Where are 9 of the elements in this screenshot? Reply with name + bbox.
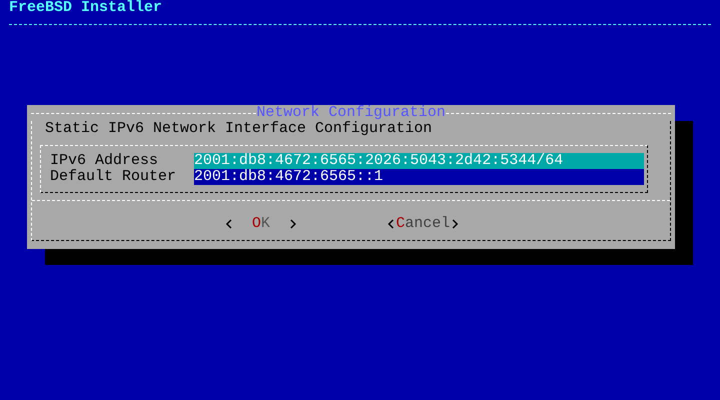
- dialog-title: Network Configuration: [256, 105, 446, 121]
- dialog-button[interactable]: Cancel: [387, 216, 460, 232]
- field-label: Default Router: [50, 169, 178, 185]
- field-label: IPv6 Address: [50, 153, 160, 169]
- installer-title: FreeBSD Installer: [9, 0, 162, 16]
- input-field[interactable]: 2001:db8:4672:6565::1: [194, 169, 644, 185]
- dialog-subtitle: Static IPv6 Network Interface Configuration: [44, 121, 434, 137]
- input-field[interactable]: 2001:db8:4672:6565:2026:5043:2d42:5344/64: [194, 153, 644, 169]
- dialog-button[interactable]: OK: [225, 216, 297, 232]
